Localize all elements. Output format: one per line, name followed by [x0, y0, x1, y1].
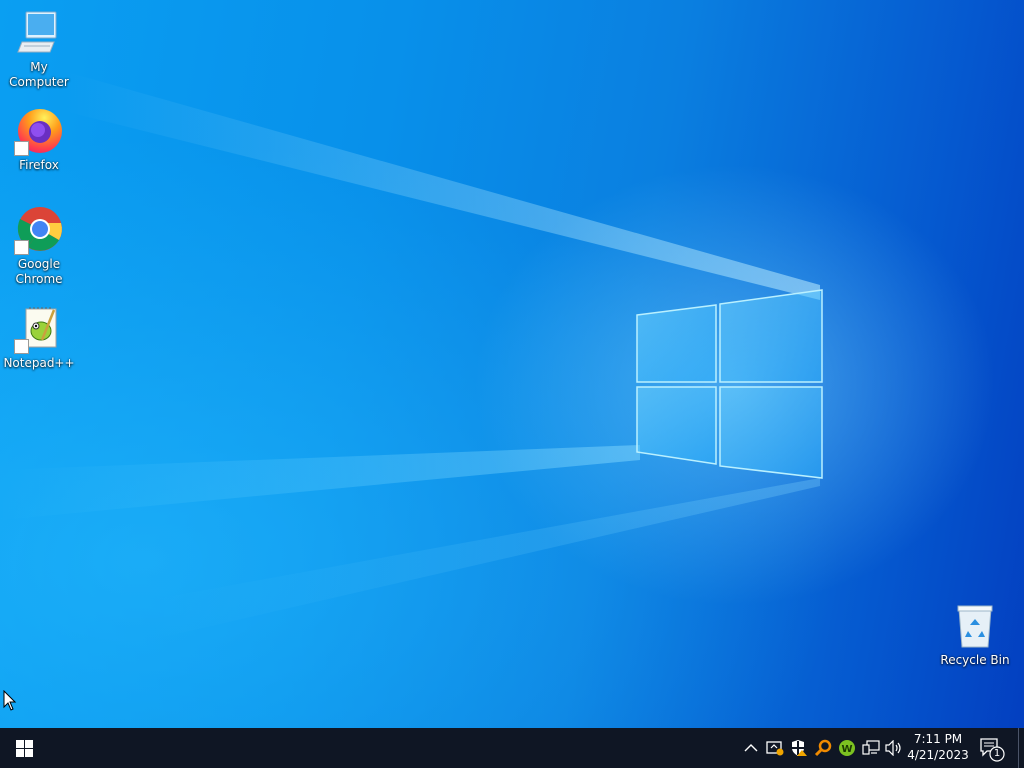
- taskbar-clock[interactable]: 7:11 PM 4/21/2023: [905, 731, 971, 765]
- clock-date: 4/21/2023: [907, 748, 969, 762]
- svg-text:W: W: [841, 744, 852, 755]
- firefox-icon: [14, 106, 64, 156]
- desktop-icon-label: Firefox: [19, 158, 59, 172]
- clock-time: 7:11 PM: [913, 732, 963, 746]
- security-status-icon[interactable]: [765, 738, 785, 758]
- mouse-cursor-icon: [3, 690, 17, 711]
- start-button[interactable]: [0, 728, 48, 768]
- chrome-icon: [14, 205, 64, 255]
- notepadpp-icon: [14, 304, 64, 354]
- green-app-icon[interactable]: W: [837, 738, 857, 758]
- shortcut-arrow-icon: [14, 240, 29, 255]
- desktop-icon-label: Recycle Bin: [940, 653, 1010, 667]
- desktop-icon-firefox[interactable]: Firefox: [1, 106, 77, 173]
- search-tool-icon[interactable]: [813, 738, 833, 758]
- windows-logo-icon: [15, 739, 33, 757]
- desktop-icon-label: My Computer: [9, 60, 69, 89]
- defender-shield-icon[interactable]: [789, 738, 809, 758]
- taskbar: W 7:11 PM 4/21/2023 1: [0, 728, 1024, 768]
- desktop-icon-my-computer[interactable]: My Computer: [1, 8, 77, 90]
- desktop-icon-google-chrome[interactable]: Google Chrome: [1, 205, 77, 287]
- recycle-bin-icon: [950, 601, 1000, 651]
- desktop-icon-label: Notepad++: [3, 356, 75, 370]
- chevron-up-icon[interactable]: [741, 738, 761, 758]
- network-icon[interactable]: [861, 738, 881, 758]
- desktop-icon-recycle-bin[interactable]: Recycle Bin: [937, 601, 1013, 668]
- computer-icon: [14, 8, 64, 58]
- shortcut-arrow-icon: [14, 141, 29, 156]
- desktop-icon-notepadpp[interactable]: Notepad++: [1, 304, 77, 371]
- action-center-button[interactable]: 1: [978, 736, 1006, 762]
- wallpaper-light-beams: [0, 70, 820, 640]
- shortcut-arrow-icon: [14, 339, 29, 354]
- notification-count-badge: 1: [993, 748, 1001, 759]
- desktop-icon-label: Google Chrome: [15, 257, 63, 286]
- windows-wallpaper-logo: [636, 289, 823, 479]
- show-desktop-button[interactable]: [1018, 728, 1024, 768]
- desktop: My Computer Firefox Google Chrome Notepa…: [0, 0, 1024, 728]
- volume-icon[interactable]: [884, 738, 904, 758]
